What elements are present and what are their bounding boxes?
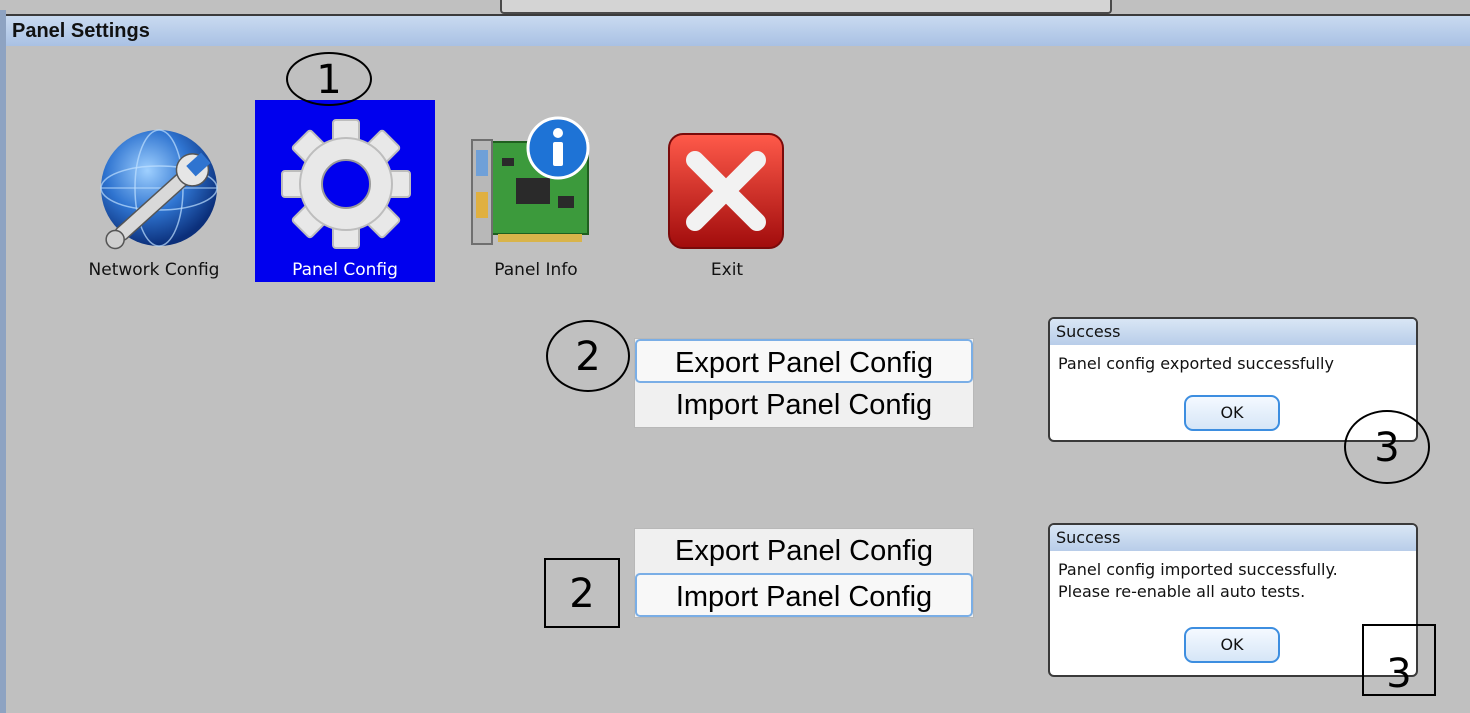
- dialog-message-line: Panel config imported successfully.: [1058, 560, 1338, 579]
- dialog-message: Panel config exported successfully: [1050, 345, 1416, 379]
- dialog-title: Success: [1050, 319, 1416, 345]
- ok-button[interactable]: OK: [1184, 627, 1280, 663]
- dialog-message: Panel config imported successfully. Plea…: [1050, 551, 1416, 607]
- exit-label: Exit: [710, 260, 744, 280]
- panel-config-label: Panel Config: [292, 260, 398, 280]
- menu-item-import-panel-config[interactable]: Import Panel Config: [635, 573, 973, 617]
- top-tab: [500, 0, 1112, 14]
- panel-info-icon: [471, 116, 590, 245]
- annotation-step-3b: 3: [1362, 624, 1436, 697]
- dialog-message-line: Please re-enable all auto tests.: [1058, 582, 1306, 601]
- network-config-label: Network Config: [88, 260, 220, 280]
- panel-info-label: Panel Info: [494, 260, 578, 280]
- network-config-button[interactable]: Network Config: [64, 100, 244, 282]
- exit-icon: [668, 133, 784, 249]
- exit-button[interactable]: Exit: [637, 100, 817, 282]
- dialog-title: Success: [1050, 525, 1416, 551]
- annotation-step-2b: 2: [544, 558, 620, 628]
- menu-item-export-panel-config[interactable]: Export Panel Config: [635, 529, 973, 573]
- window-title: Panel Settings: [12, 20, 150, 42]
- network-config-icon: [100, 129, 218, 250]
- ok-button[interactable]: OK: [1184, 395, 1280, 431]
- menu-item-import-panel-config[interactable]: Import Panel Config: [635, 383, 973, 427]
- menu-item-export-panel-config[interactable]: Export Panel Config: [635, 339, 973, 383]
- annotation-step-1: 1: [286, 52, 372, 106]
- annotation-step-2a: 2: [546, 320, 630, 392]
- dialog-message-line: Panel config exported successfully: [1058, 354, 1334, 373]
- panel-config-button[interactable]: Panel Config: [255, 100, 435, 282]
- panel-config-menu-import: Export Panel Config Import Panel Config: [634, 528, 974, 618]
- title-bar: Panel Settings: [6, 14, 1470, 46]
- panel-config-menu-export: Export Panel Config Import Panel Config: [634, 338, 974, 428]
- panel-info-button[interactable]: Panel Info: [446, 100, 626, 282]
- annotation-step-3a: 3: [1344, 410, 1430, 484]
- gear-icon: [281, 119, 411, 249]
- panel-settings-window: Panel Settings Network Config Panel Conf…: [0, 0, 1470, 713]
